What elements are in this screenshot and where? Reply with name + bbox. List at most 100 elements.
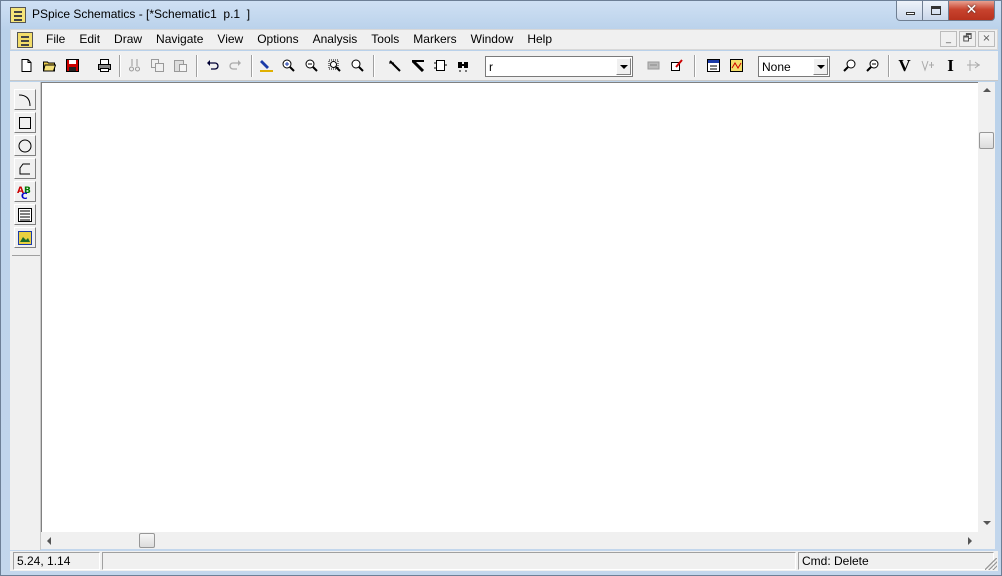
current-marker-button[interactable]: I — [940, 55, 961, 76]
scroll-right-arrow-icon[interactable] — [961, 532, 978, 549]
status-coordinates: 5.24, 1.14 — [13, 552, 100, 570]
paste-button[interactable] — [170, 55, 191, 76]
part-name-value: r — [489, 60, 493, 74]
app-window: PSpice Schematics - [*Schematic1 p.1 ] ✕… — [0, 0, 1002, 576]
close-button[interactable]: ✕ — [949, 1, 995, 21]
zoom-out-button[interactable] — [301, 55, 322, 76]
insert-picture-icon — [18, 231, 32, 245]
toolbar-separator — [694, 55, 696, 77]
voltage-differential-button[interactable] — [917, 55, 938, 76]
zoom-in-button[interactable] — [278, 55, 299, 76]
open-button[interactable] — [39, 55, 60, 76]
simulate-button[interactable] — [726, 55, 747, 76]
marker-combo[interactable]: None — [758, 56, 830, 77]
menu-markers[interactable]: Markers — [406, 30, 463, 49]
vertical-scrollbar[interactable] — [978, 82, 995, 532]
edit-attributes-icon — [647, 61, 660, 70]
probe-voltage-button[interactable] — [839, 55, 860, 76]
insert-picture-button[interactable] — [14, 227, 36, 248]
setup-analysis-button[interactable] — [703, 55, 724, 76]
menu-window[interactable]: Window — [464, 30, 521, 49]
maximize-icon — [931, 6, 941, 15]
horizontal-scroll-thumb[interactable] — [139, 533, 155, 548]
svg-text:C: C — [21, 192, 28, 200]
menu-options[interactable]: Options — [250, 30, 305, 49]
doc-close-button[interactable]: × — [978, 31, 995, 47]
zoom-area-button[interactable] — [324, 55, 345, 76]
toolbar-separator — [196, 55, 198, 77]
edit-attributes-button[interactable] — [643, 55, 664, 76]
minimize-button[interactable] — [896, 1, 923, 21]
undo-button[interactable] — [202, 55, 223, 76]
print-icon — [98, 59, 111, 72]
menu-tools[interactable]: Tools — [364, 30, 406, 49]
probe-voltage-icon — [843, 59, 856, 72]
doc-restore-button[interactable]: 🗗 — [959, 31, 976, 47]
new-button[interactable] — [16, 55, 37, 76]
horizontal-scrollbar[interactable] — [41, 532, 978, 549]
document-window-buttons: _ 🗗 × — [940, 31, 995, 47]
draw-box-button[interactable] — [14, 112, 36, 133]
zoom-fit-button[interactable] — [347, 55, 368, 76]
menu-view[interactable]: View — [210, 30, 250, 49]
menu-help[interactable]: Help — [520, 30, 559, 49]
doc-minimize-button[interactable]: _ — [940, 31, 957, 47]
draw-polyline-button[interactable] — [14, 158, 36, 179]
current-into-pin-icon — [967, 60, 980, 71]
get-part-button[interactable] — [453, 55, 474, 76]
new-file-icon — [21, 59, 32, 72]
chevron-down-icon[interactable] — [813, 58, 828, 75]
menu-file[interactable]: File — [39, 30, 72, 49]
edit-symbol-button[interactable] — [666, 55, 687, 76]
open-folder-icon — [43, 61, 56, 72]
voltage-marker-button[interactable]: V — [894, 55, 915, 76]
document-control-icon[interactable] — [17, 31, 33, 48]
scroll-up-arrow-icon[interactable] — [978, 82, 995, 99]
palette-divider — [12, 255, 40, 256]
maximize-button[interactable] — [923, 1, 949, 21]
title-bar[interactable]: PSpice Schematics - [*Schematic1 p.1 ] ✕ — [1, 1, 1001, 28]
window-title: PSpice Schematics - [*Schematic1 p.1 ] — [32, 7, 251, 21]
resize-grip-icon[interactable] — [985, 558, 997, 570]
menu-analysis[interactable]: Analysis — [306, 30, 365, 49]
menu-draw[interactable]: Draw — [107, 30, 149, 49]
menu-bar: File Edit Draw Navigate View Options Ana… — [10, 29, 998, 50]
draw-wire-button[interactable] — [385, 55, 406, 76]
draw-block-button[interactable] — [430, 55, 451, 76]
probe-current-icon — [866, 59, 879, 72]
scroll-down-arrow-icon[interactable] — [978, 515, 995, 532]
cut-button[interactable] — [124, 55, 145, 76]
draw-wire-icon — [389, 60, 401, 72]
redo-button[interactable] — [225, 55, 246, 76]
toolbar-separator — [251, 55, 253, 77]
zoom-area-icon — [328, 59, 341, 72]
part-name-combo[interactable]: r — [485, 56, 633, 77]
copy-button[interactable] — [147, 55, 168, 76]
close-icon: ✕ — [965, 2, 978, 18]
print-button[interactable] — [94, 55, 115, 76]
toolbar-separator — [119, 55, 121, 77]
redraw-button[interactable] — [256, 55, 277, 76]
menu-edit[interactable]: Edit — [72, 30, 107, 49]
vertical-scroll-thumb[interactable] — [979, 132, 994, 149]
status-message — [102, 552, 796, 570]
save-button[interactable] — [62, 55, 83, 76]
chevron-down-icon[interactable] — [616, 58, 631, 75]
draw-arc-button[interactable] — [14, 89, 36, 110]
draw-circle-button[interactable] — [14, 135, 36, 156]
schematic-canvas[interactable] — [41, 82, 978, 532]
current-into-pin-button[interactable] — [963, 55, 984, 76]
menu-navigate[interactable]: Navigate — [149, 30, 210, 49]
probe-current-button[interactable] — [862, 55, 883, 76]
arc-icon — [18, 94, 31, 107]
get-part-icon — [458, 62, 468, 72]
draw-bus-button[interactable] — [408, 55, 429, 76]
status-command: Cmd: Delete — [798, 552, 994, 570]
draw-block-icon — [434, 60, 447, 71]
caption-buttons: ✕ — [896, 1, 995, 21]
scroll-left-arrow-icon[interactable] — [41, 532, 58, 549]
pspice-app-icon[interactable] — [10, 7, 26, 23]
draw-text-box-button[interactable] — [14, 204, 36, 225]
draw-text-button[interactable]: ABC — [14, 181, 36, 202]
zoom-out-icon — [305, 59, 318, 72]
